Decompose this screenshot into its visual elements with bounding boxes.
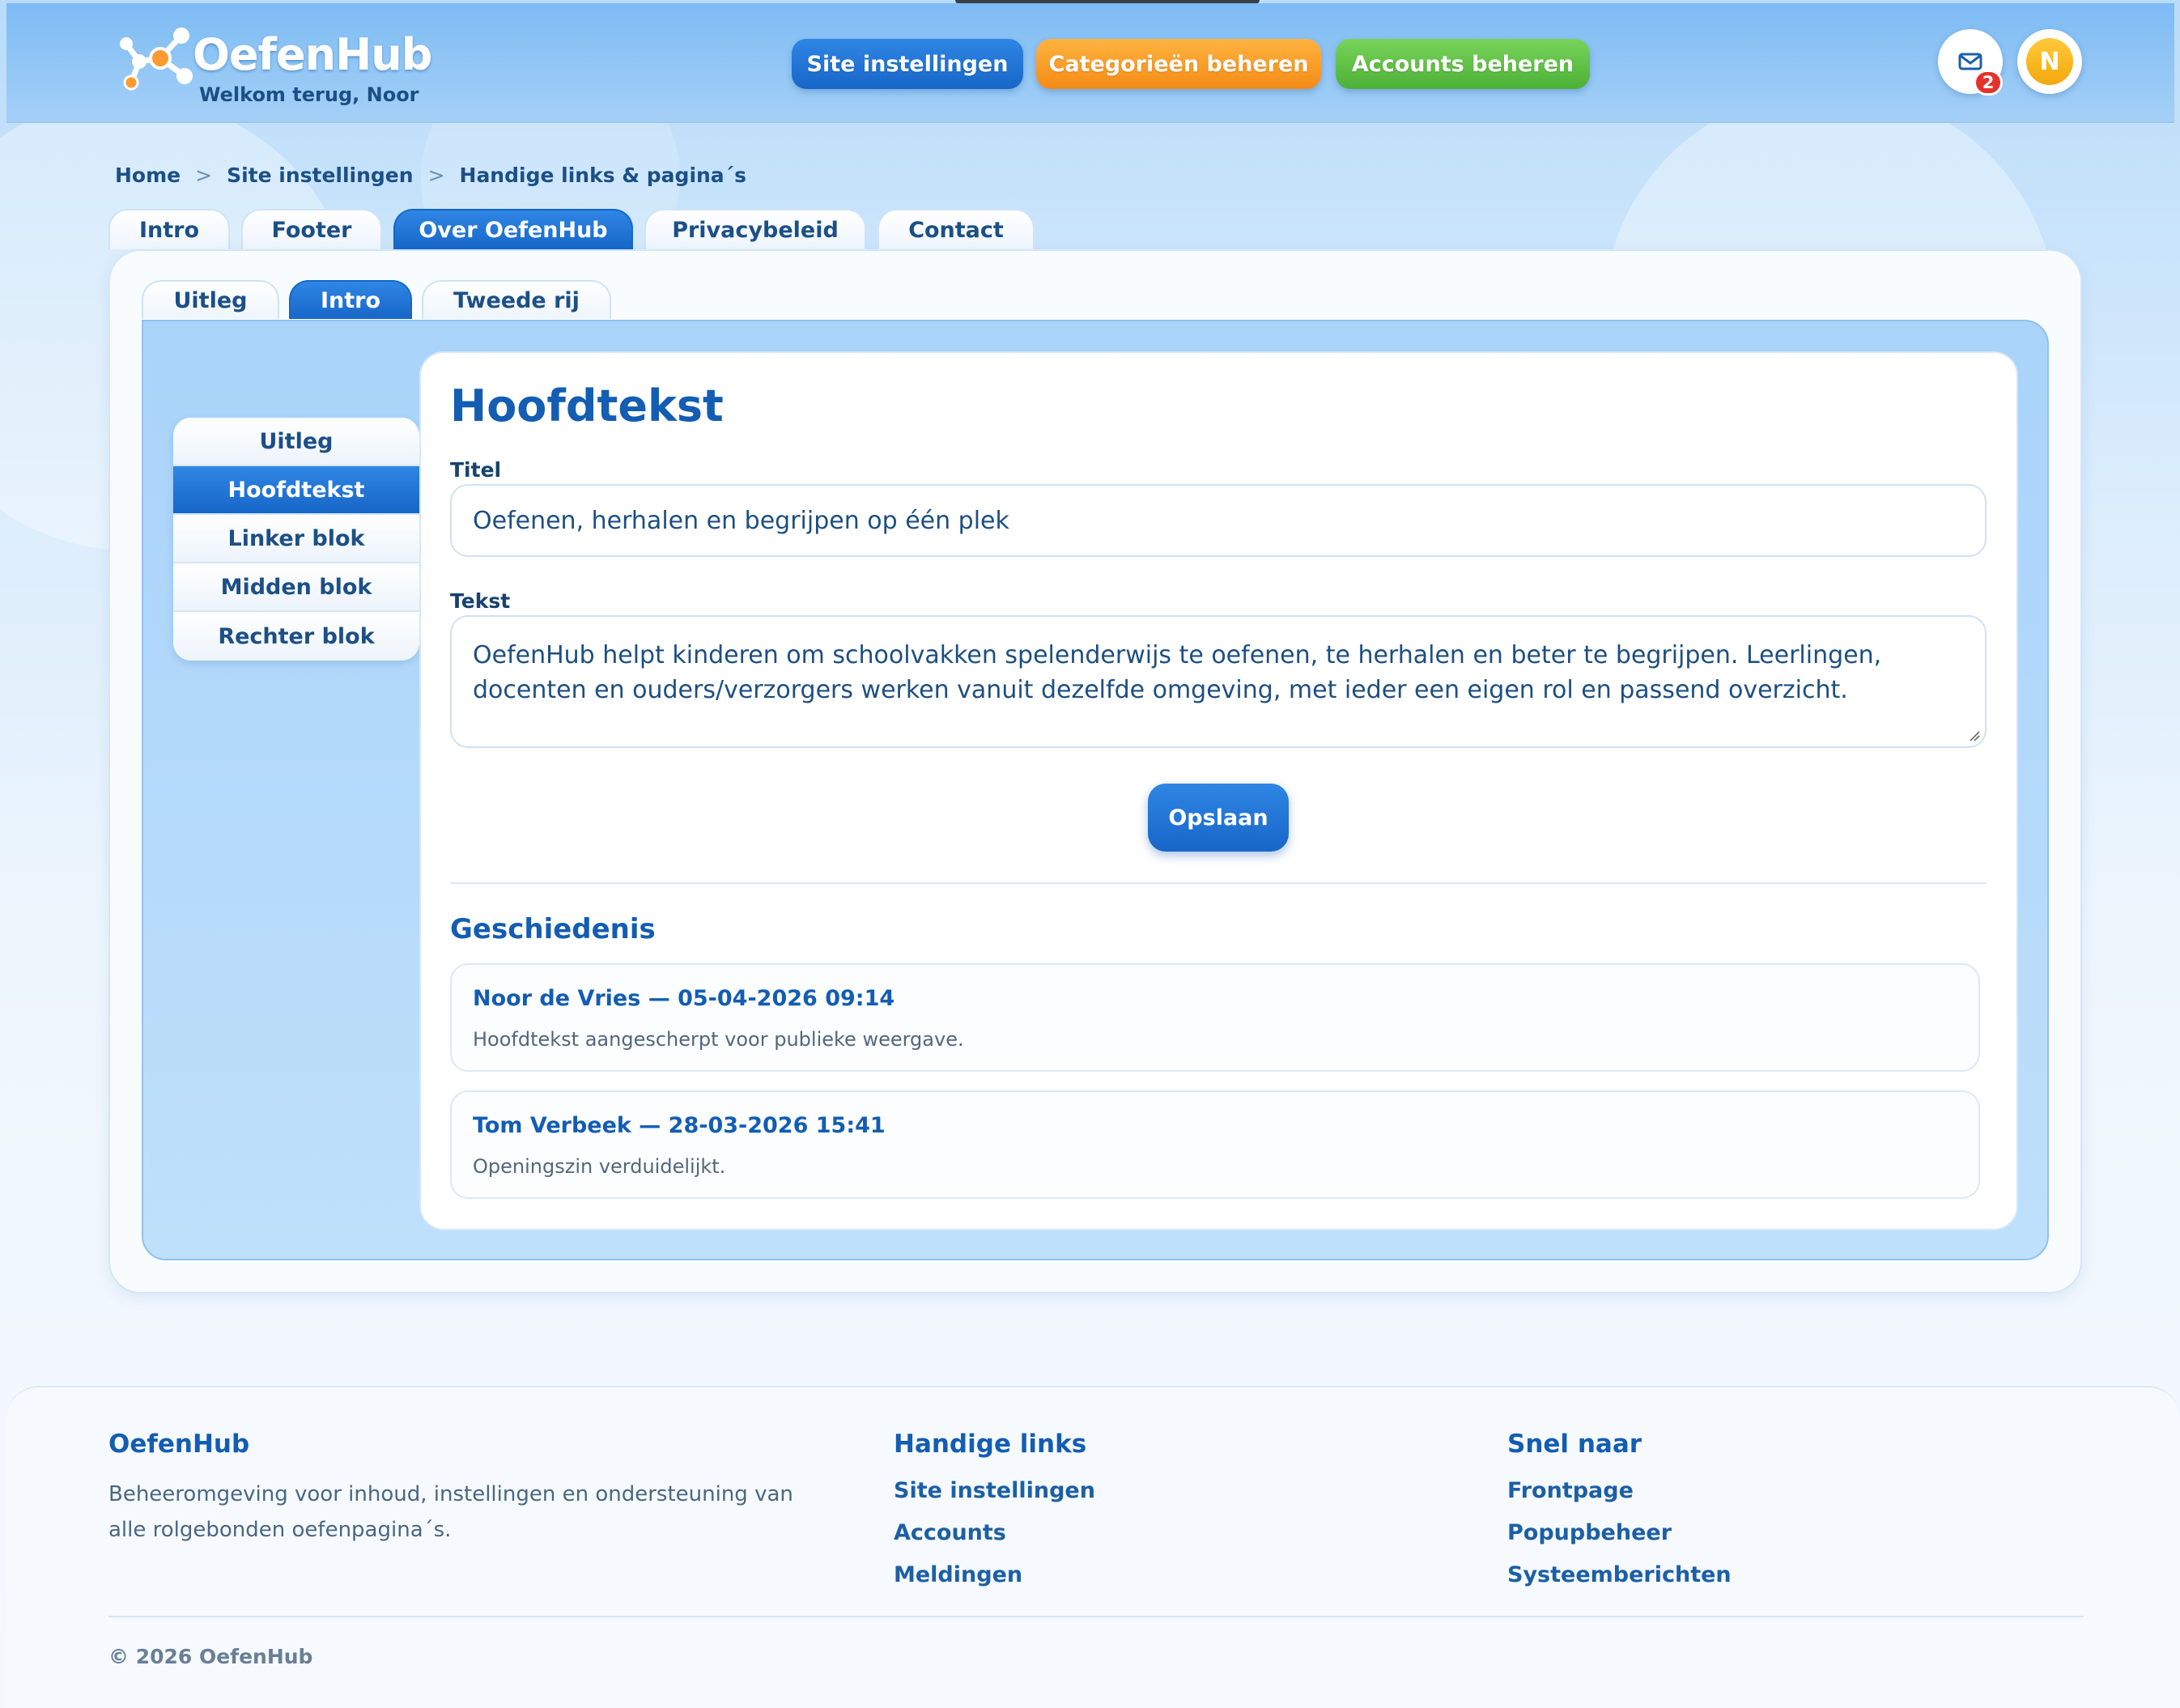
nav-accounts-button[interactable]: Accounts beheren bbox=[1336, 39, 1590, 89]
breadcrumb-site-settings[interactable]: Site instellingen bbox=[227, 164, 414, 187]
footer-link-popupbeheer[interactable]: Popupbeheer bbox=[1507, 1520, 1672, 1545]
section-divider bbox=[450, 882, 1987, 884]
nav-categories-button[interactable]: Categorieën beheren bbox=[1036, 39, 1321, 89]
side-item-linker-blok[interactable]: Linker blok bbox=[173, 515, 419, 563]
breadcrumb-separator: > bbox=[427, 164, 445, 187]
history-entry-author: Tom Verbeek — 28-03-2026 15:41 bbox=[473, 1113, 886, 1138]
footer-link-systeemberichten[interactable]: Systeemberichten bbox=[1507, 1562, 1732, 1587]
side-item-midden-blok[interactable]: Midden blok bbox=[173, 563, 419, 612]
avatar: N bbox=[2026, 38, 2073, 85]
subtab-tweede-rij[interactable]: Tweede rij bbox=[422, 280, 611, 319]
history-entry: Tom Verbeek — 28-03-2026 15:41 Openingsz… bbox=[450, 1090, 1980, 1199]
footer-description: Beheeromgeving voor inhoud, instellingen… bbox=[108, 1482, 793, 1542]
tab-contact[interactable]: Contact bbox=[878, 209, 1035, 249]
title-label: Titel bbox=[450, 458, 502, 482]
subtab-uitleg[interactable]: Uitleg bbox=[142, 280, 279, 319]
brand-logo[interactable]: OefenHub Welkom terug, Noor bbox=[112, 21, 432, 110]
breadcrumb-separator: > bbox=[195, 164, 213, 187]
breadcrumb: Home > Site instellingen > Handige links… bbox=[115, 164, 746, 187]
footer-link-frontpage[interactable]: Frontpage bbox=[1507, 1478, 1634, 1503]
resize-handle-icon[interactable] bbox=[1967, 729, 1980, 741]
subtab-intro[interactable]: Intro bbox=[289, 280, 412, 319]
footer-link-accounts[interactable]: Accounts bbox=[894, 1520, 1006, 1545]
side-item-rechter-blok[interactable]: Rechter blok bbox=[173, 612, 419, 661]
text-textarea[interactable]: OefenHub helpt kinderen om schoolvakken … bbox=[450, 615, 1987, 748]
footer-divider bbox=[108, 1616, 2084, 1617]
history-entry: Noor de Vries — 05-04-2026 09:14 Hoofdte… bbox=[450, 963, 1980, 1072]
footer-links-title: Handige links bbox=[894, 1430, 1087, 1459]
history-entry-note: Hoofdtekst aangescherpt voor publieke we… bbox=[473, 1028, 964, 1051]
text-label: Tekst bbox=[450, 589, 511, 613]
text-textarea-value: OefenHub helpt kinderen om schoolvakken … bbox=[473, 641, 1882, 704]
footer-quick-title: Snel naar bbox=[1507, 1430, 1642, 1459]
tab-over-oefenhub[interactable]: Over OefenHub bbox=[393, 209, 633, 249]
history-entry-author: Noor de Vries — 05-04-2026 09:14 bbox=[473, 986, 895, 1011]
title-input[interactable]: Oefenen, herhalen en begrijpen op één pl… bbox=[450, 484, 1987, 557]
mail-icon bbox=[1958, 53, 1982, 70]
history-entry-note: Openingszin verduidelijkt. bbox=[473, 1155, 726, 1178]
brand-name: OefenHub bbox=[193, 29, 432, 80]
side-item-hoofdtekst[interactable]: Hoofdtekst bbox=[173, 466, 419, 515]
history-heading: Geschiedenis bbox=[450, 913, 656, 945]
molecule-logo-icon bbox=[120, 28, 193, 91]
save-button[interactable]: Opslaan bbox=[1148, 784, 1289, 852]
tab-intro[interactable]: Intro bbox=[108, 209, 230, 249]
side-item-uitleg[interactable]: Uitleg bbox=[173, 418, 419, 466]
top-header: OefenHub Welkom terug, Noor Site instell… bbox=[6, 3, 2174, 123]
breadcrumb-home[interactable]: Home bbox=[115, 164, 181, 187]
copyright-text: © 2026 OefenHub bbox=[108, 1645, 313, 1668]
footer-brand-title: OefenHub bbox=[108, 1430, 250, 1459]
editor-heading: Hoofdtekst bbox=[450, 380, 724, 431]
tab-footer[interactable]: Footer bbox=[241, 209, 382, 249]
footer-link-meldingen[interactable]: Meldingen bbox=[894, 1562, 1022, 1587]
user-avatar-button[interactable]: N bbox=[2017, 29, 2082, 94]
side-menu: Uitleg Hoofdtekst Linker blok Midden blo… bbox=[173, 418, 419, 661]
footer-link-site-settings[interactable]: Site instellingen bbox=[894, 1478, 1095, 1503]
nav-site-settings-button[interactable]: Site instellingen bbox=[792, 39, 1023, 89]
notification-count-badge: 2 bbox=[1974, 70, 2003, 96]
welcome-text: Welkom terug, Noor bbox=[199, 83, 419, 106]
tab-privacybeleid[interactable]: Privacybeleid bbox=[644, 209, 866, 249]
breadcrumb-current: Handige links & pagina´s bbox=[459, 164, 747, 187]
